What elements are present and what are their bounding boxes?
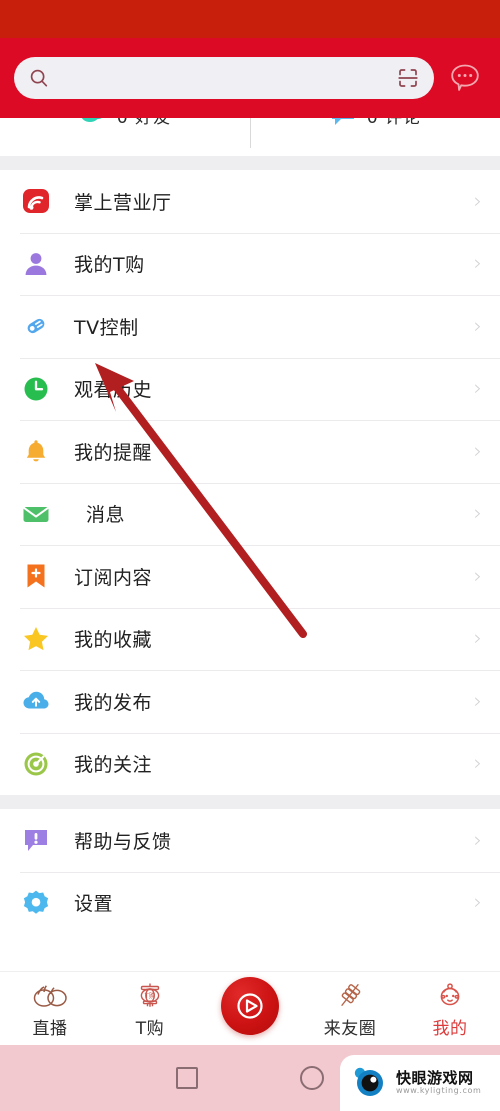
skewer-icon	[334, 979, 366, 1011]
help-feedback-icon	[20, 824, 52, 856]
chevron-right-icon: ›	[473, 890, 482, 915]
menu-item-label: 设置	[74, 893, 114, 916]
tab-play-center[interactable]	[200, 972, 300, 1046]
menu-item-my-posts[interactable]: 我的发布 ›	[0, 670, 500, 733]
mobile-app-screen: 0 好友 0 评论 掌上营业厅 ›	[0, 0, 500, 1111]
menu-item-messages[interactable]: 消息 ›	[0, 482, 500, 545]
tab-label: 直播	[32, 1018, 68, 1039]
search-icon	[28, 67, 50, 89]
menu-item-tv-control[interactable]: TV控制 ›	[0, 295, 500, 358]
play-button-icon[interactable]	[221, 976, 279, 1035]
chevron-right-icon: ›	[473, 376, 482, 401]
target-icon	[20, 748, 52, 780]
circle-icon[interactable]	[299, 1066, 324, 1090]
stat-comments-label: 0 评论	[367, 118, 421, 128]
watermark-text: 快眼游戏网 www.kyligting.com	[396, 1070, 481, 1095]
chevron-right-icon: ›	[473, 563, 482, 588]
chevron-right-icon: ›	[473, 626, 482, 651]
bookmark-plus-icon	[20, 560, 52, 592]
app-header	[0, 38, 500, 118]
remote-control-icon	[20, 310, 52, 342]
chevron-right-icon: ›	[473, 438, 482, 463]
menu-item-label: 我的发布	[74, 691, 153, 714]
eye-logo-icon	[350, 1064, 390, 1102]
menu-item-label: 消息	[86, 504, 126, 527]
menu-item-business-hall[interactable]: 掌上营业厅 ›	[0, 170, 500, 233]
wifi-hall-icon	[20, 185, 52, 217]
tab-friend-circle[interactable]: 来友圈	[300, 972, 400, 1046]
search-bar[interactable]	[14, 57, 434, 99]
tab-label: 来友圈	[323, 1018, 377, 1039]
menu-item-label: 订阅内容	[74, 566, 153, 589]
site-watermark: 快眼游戏网 www.kyligting.com	[340, 1055, 500, 1111]
menu-item-label: 我的收藏	[74, 629, 153, 652]
menu-item-label: 我的T购	[74, 254, 145, 277]
tab-live[interactable]: 直播	[0, 972, 100, 1046]
tab-tgou[interactable]: T购 T购	[100, 972, 200, 1046]
menu-group-primary: 掌上营业厅 › 我的T购 › TV控制 › 观看历史 › 我的提醒 › 消息 ›…	[0, 170, 500, 795]
chevron-right-icon: ›	[473, 827, 482, 852]
menu-item-help-feedback[interactable]: 帮助与反馈 ›	[0, 809, 500, 872]
friends-icon	[81, 118, 102, 122]
square-icon[interactable]	[176, 1067, 199, 1089]
menu-item-label: 帮助与反馈	[74, 830, 172, 853]
profile-stats-strip: 0 好友 0 评论	[0, 118, 500, 156]
star-icon	[20, 623, 52, 655]
tab-label: T购	[135, 1018, 165, 1039]
menu-item-label: 掌上营业厅	[74, 191, 172, 214]
menu-item-label: 我的提醒	[74, 441, 153, 464]
menu-item-settings[interactable]: 设置 ›	[0, 871, 500, 934]
svg-text:T购: T购	[144, 991, 156, 1000]
search-input[interactable]	[60, 70, 386, 86]
bell-icon	[20, 435, 52, 467]
comment-icon	[331, 118, 354, 125]
status-bar-area	[0, 0, 500, 38]
section-gap-top	[0, 156, 500, 170]
menu-item-label: TV控制	[74, 316, 139, 339]
chevron-right-icon: ›	[473, 251, 482, 276]
menu-item-my-follows[interactable]: 我的关注 ›	[0, 732, 500, 795]
scan-icon[interactable]	[396, 66, 420, 90]
cloud-upload-icon	[20, 685, 52, 717]
watermark-title: 快眼游戏网	[396, 1069, 474, 1088]
face-icon	[435, 979, 465, 1011]
stat-comments[interactable]: 0 评论	[250, 118, 500, 134]
menu-item-subscriptions[interactable]: 订阅内容 ›	[0, 545, 500, 608]
stats-divider	[250, 118, 251, 148]
menu-item-my-favorites[interactable]: 我的收藏 ›	[0, 607, 500, 670]
section-gap-bottom	[0, 795, 500, 809]
stat-friends[interactable]: 0 好友	[0, 118, 250, 134]
chevron-right-icon: ›	[473, 188, 482, 213]
lantern-icon: T购	[135, 979, 165, 1011]
gear-icon	[20, 887, 52, 919]
nav-spacer-left	[51, 1066, 75, 1090]
menu-item-my-tgou[interactable]: 我的T购 ›	[0, 232, 500, 295]
menu-group-secondary: 帮助与反馈 › 设置 ›	[0, 809, 500, 934]
menu-item-my-reminders[interactable]: 我的提醒 ›	[0, 420, 500, 483]
watermark-url: www.kyligting.com	[396, 1085, 482, 1095]
chevron-right-icon: ›	[473, 751, 482, 776]
tab-mine[interactable]: 我的	[400, 972, 500, 1046]
stat-friends-label: 0 好友	[117, 118, 171, 128]
chevron-right-icon: ›	[473, 688, 482, 713]
chevron-right-icon: ›	[473, 501, 482, 526]
menu-item-watch-history[interactable]: 观看历史 ›	[0, 357, 500, 420]
menu-item-label: 观看历史	[74, 379, 153, 402]
person-icon	[20, 248, 52, 280]
clock-icon	[20, 373, 52, 405]
chevron-right-icon: ›	[473, 313, 482, 338]
envelope-icon	[20, 498, 52, 530]
tab-label: 我的	[432, 1018, 468, 1039]
bottom-tab-bar: 直播 T购 T购 来友圈 我的	[0, 971, 500, 1045]
dumpling-icon	[31, 979, 69, 1011]
chat-bubble-icon[interactable]	[444, 57, 486, 99]
menu-item-label: 我的关注	[74, 754, 153, 777]
